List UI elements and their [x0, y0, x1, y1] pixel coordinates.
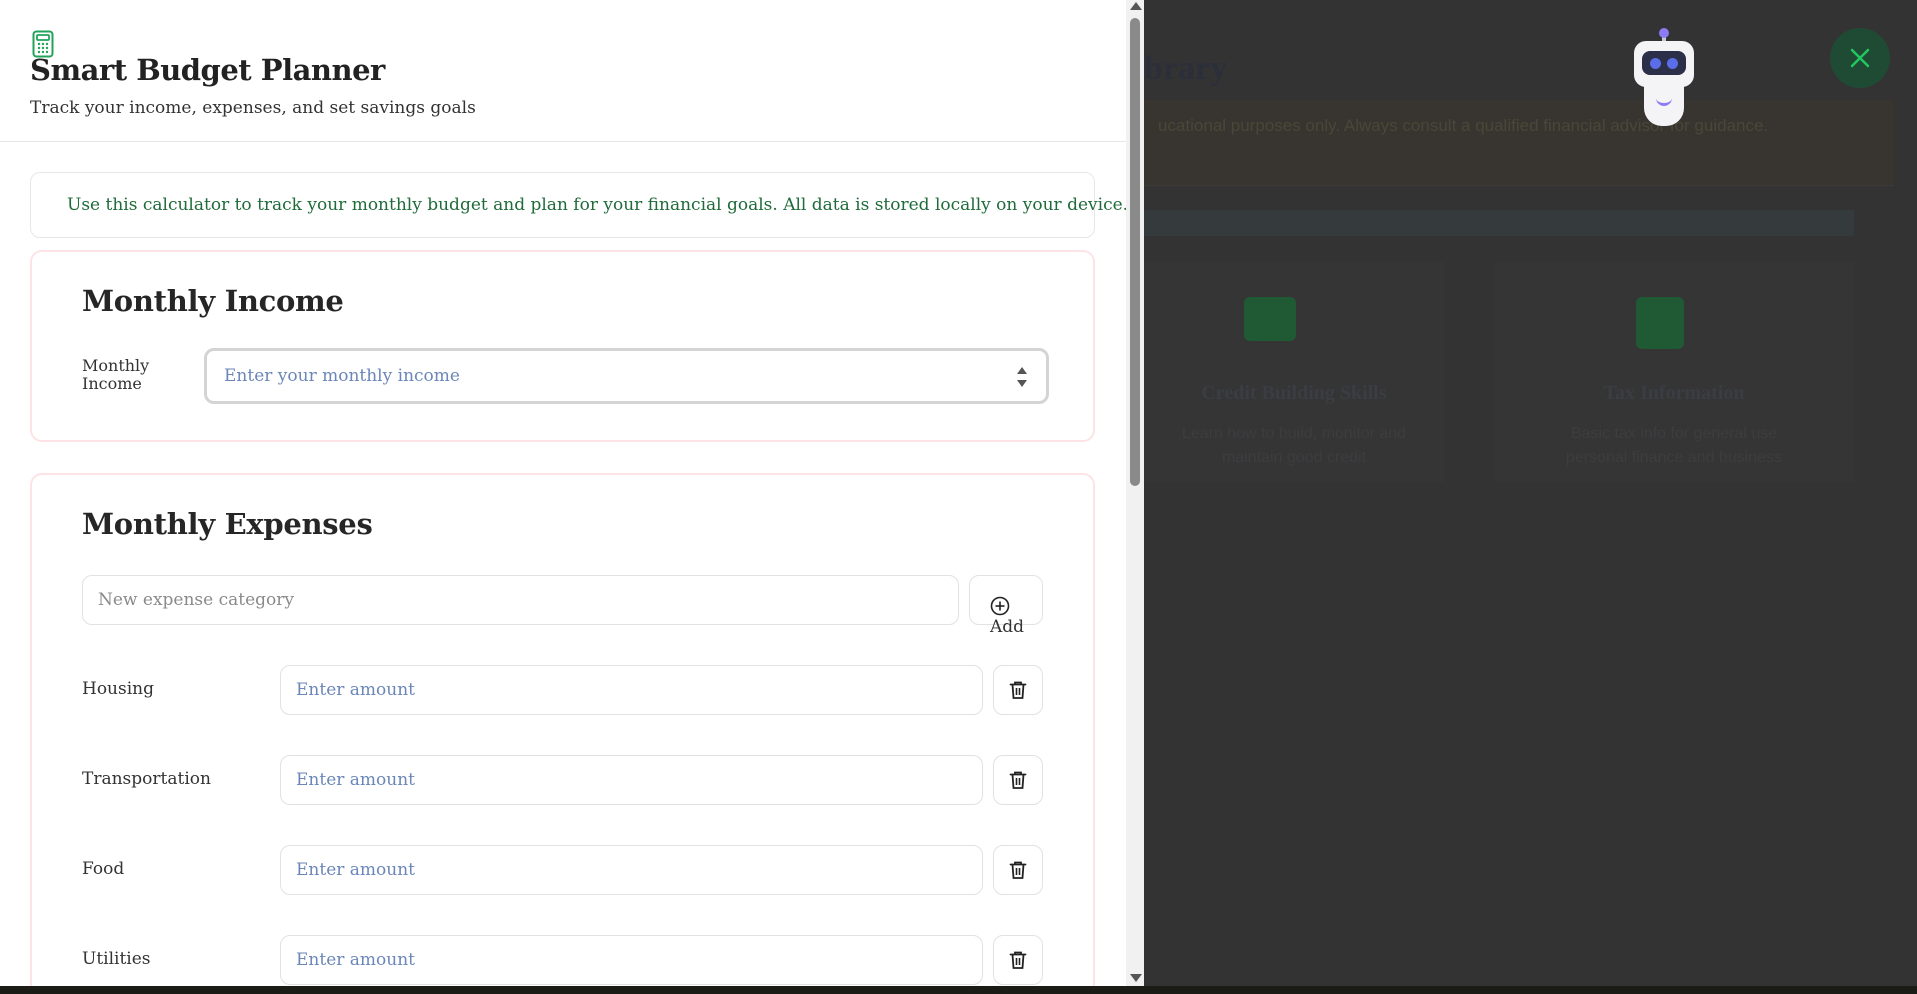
add-button-label: Add [990, 617, 1025, 637]
add-category-button[interactable]: Add [969, 575, 1043, 637]
background-title: brary [1144, 50, 1228, 87]
background-search-bar [1144, 210, 1854, 236]
panel-header: Smart Budget Planner Track your income, … [0, 0, 1126, 142]
expense-amount-input[interactable] [280, 935, 983, 985]
trash-icon [1009, 771, 1027, 789]
background-card-desc-line: maintain good credit [1221, 449, 1367, 466]
close-button[interactable] [1830, 28, 1890, 88]
income-title: Monthly Income [82, 284, 344, 318]
expense-label: Housing [82, 679, 155, 699]
expense-label: Transportation [82, 769, 211, 789]
background-card-desc-line: Learn how to build, monitor and [1181, 425, 1407, 442]
background-card-desc: Basic tax info for general use personal … [1494, 422, 1854, 470]
info-banner: Use this calculator to track your monthl… [30, 172, 1128, 238]
background-card-desc: Learn how to build, monitor and maintain… [1144, 422, 1444, 470]
budget-planner-panel: Smart Budget Planner Track your income, … [0, 0, 1144, 986]
income-card: Monthly Income Monthly Income [30, 250, 1095, 442]
trash-icon [1009, 861, 1027, 879]
close-icon [1850, 48, 1870, 68]
background-card: Tax Information Basic tax info for gener… [1494, 262, 1854, 482]
expenses-card: Monthly Expenses Add Housing [30, 473, 1095, 986]
background-card-title: Tax Information [1603, 382, 1745, 404]
page-title: Smart Budget Planner [30, 53, 385, 87]
robot-eye [1667, 58, 1678, 69]
trash-icon [1009, 681, 1027, 699]
expense-row: Transportation [82, 755, 1045, 807]
robot-body [1644, 86, 1684, 126]
expense-row: Utilities [82, 935, 1045, 986]
expense-label: Food [82, 859, 125, 879]
scrollbar-thumb[interactable] [1130, 18, 1140, 486]
number-spinner-icon[interactable] [1016, 364, 1028, 390]
background-disclaimer-banner: ucational purposes only. Always consult … [1144, 100, 1894, 186]
expense-row: Housing [82, 665, 1045, 717]
page-subtitle: Track your income, expenses, and set sav… [30, 98, 476, 118]
vertical-scrollbar[interactable] [1126, 0, 1144, 986]
delete-expense-button[interactable] [993, 935, 1043, 985]
robot-head [1634, 41, 1694, 87]
background-card-icon [1636, 297, 1684, 349]
expenses-title: Monthly Expenses [82, 507, 373, 541]
trash-icon [1009, 951, 1027, 969]
info-text: Use this calculator to track your monthl… [67, 195, 1129, 215]
robot-visor [1642, 51, 1686, 75]
taskbar-strip [0, 986, 1917, 994]
delete-expense-button[interactable] [993, 665, 1043, 715]
background-card-title: Credit Building Skills [1201, 382, 1387, 404]
background-page: brary ucational purposes only. Always co… [1144, 0, 1917, 994]
new-category-input[interactable] [82, 575, 959, 625]
expense-amount-input[interactable] [280, 755, 983, 805]
robot-icon[interactable] [1632, 28, 1696, 128]
delete-expense-button[interactable] [993, 845, 1043, 895]
scroll-up-arrow-icon[interactable] [1130, 2, 1142, 10]
expense-label: Utilities [82, 949, 151, 969]
delete-expense-button[interactable] [993, 755, 1043, 805]
robot-eye [1650, 58, 1661, 69]
plus-circle-icon [990, 596, 1010, 616]
expense-row: Food [82, 845, 1045, 897]
expense-amount-input[interactable] [280, 845, 983, 895]
income-input[interactable] [207, 351, 1046, 401]
expense-amount-input[interactable] [280, 665, 983, 715]
income-label: Monthly Income [82, 356, 150, 393]
background-card-desc-line: Basic tax info for general use [1570, 425, 1778, 442]
scroll-down-arrow-icon[interactable] [1130, 974, 1142, 982]
income-input-wrapper [204, 348, 1049, 404]
background-card-icon [1244, 297, 1296, 341]
background-card: Credit Building Skills Learn how to buil… [1144, 262, 1444, 482]
background-card-desc-line: personal finance and business [1565, 449, 1783, 466]
robot-antenna [1659, 28, 1669, 38]
robot-smile [1656, 98, 1672, 106]
